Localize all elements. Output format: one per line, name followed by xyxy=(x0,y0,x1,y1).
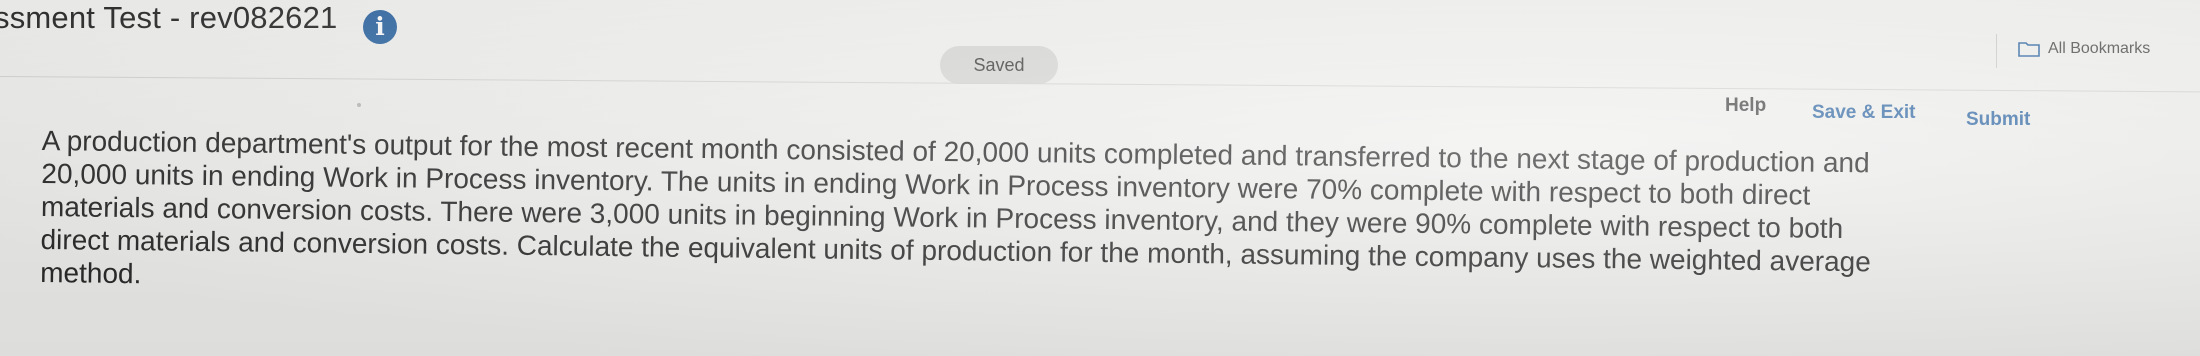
folder-icon xyxy=(2018,42,2040,57)
page-title: ssment Test - rev082621 xyxy=(0,0,338,35)
submit-link[interactable]: Submit xyxy=(1966,109,2030,131)
save-exit-link[interactable]: Save & Exit xyxy=(1812,102,1916,124)
header-divider-line xyxy=(0,76,2200,93)
all-bookmarks-link[interactable]: All Bookmarks xyxy=(2018,40,2150,58)
header-divider xyxy=(1996,34,1997,68)
all-bookmarks-label: All Bookmarks xyxy=(2048,40,2151,57)
info-icon[interactable]: i xyxy=(363,10,397,44)
assessment-page: ssment Test - rev082621 i Saved All Book… xyxy=(0,0,2200,356)
decorative-dot xyxy=(357,103,361,107)
question-text: A production department's output for the… xyxy=(40,124,2002,313)
saved-status-badge: Saved xyxy=(940,46,1058,84)
help-link[interactable]: Help xyxy=(1725,95,1766,117)
